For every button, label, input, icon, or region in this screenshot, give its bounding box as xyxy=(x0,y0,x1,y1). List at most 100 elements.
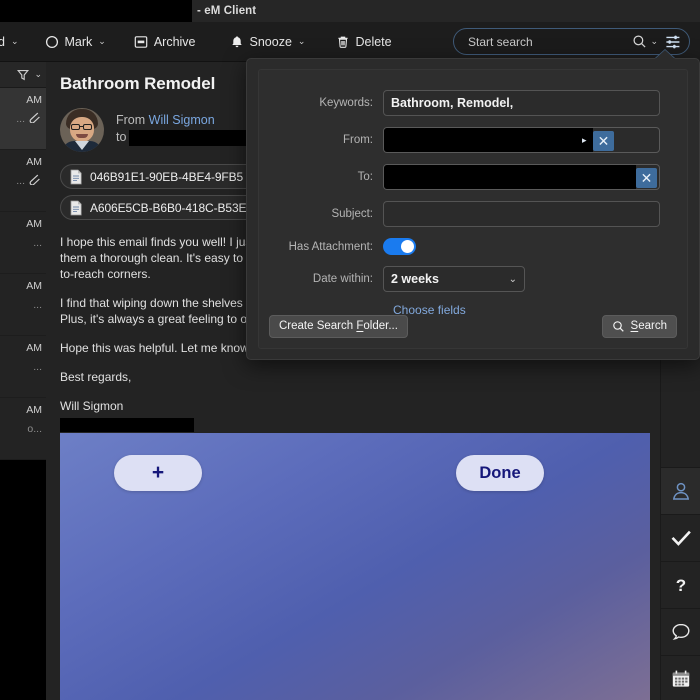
search-fields-group: Keywords: Bathroom, Remodel, From: ▸ ✕ T… xyxy=(259,90,687,317)
field-has-attachment-row: Has Attachment: xyxy=(259,238,687,255)
list-item-time: AM xyxy=(26,218,42,230)
chevron-right-icon: ▸ xyxy=(582,135,587,145)
sidebar-item-tasks[interactable] xyxy=(661,514,700,561)
list-item[interactable]: AM o... xyxy=(0,398,46,460)
search-options-sliders-icon[interactable] xyxy=(663,32,683,52)
to-input[interactable]: ✕ xyxy=(383,164,660,190)
chevron-down-icon: ⌄ xyxy=(508,273,517,285)
message-list-pane[interactable]: ⌄ AM ... AM ... AM ... AM ... AM ... AM … xyxy=(0,62,46,700)
field-date-within-row: Date within: 2 weeks ⌄ xyxy=(259,266,687,292)
subject-input[interactable] xyxy=(383,201,660,227)
list-item[interactable]: AM ... xyxy=(0,274,46,336)
dialog-body: Keywords: Bathroom, Remodel, From: ▸ ✕ T… xyxy=(258,69,688,349)
search-input[interactable]: Start search xyxy=(468,35,631,49)
list-item-snippet: ... xyxy=(33,361,42,373)
add-button[interactable]: + xyxy=(114,455,202,491)
advanced-search-dialog: Keywords: Bathroom, Remodel, From: ▸ ✕ T… xyxy=(246,50,700,360)
dialog-footer: Create Search Folder... Search xyxy=(259,314,687,338)
sidebar-item-calendar[interactable] xyxy=(661,655,700,700)
field-from-row: From: ▸ ✕ xyxy=(259,127,687,153)
window-titlebar: - eM Client xyxy=(0,0,700,22)
field-label-from: From: xyxy=(342,134,373,146)
done-button[interactable]: Done xyxy=(456,455,544,491)
toolbar-button-archive[interactable]: Archive xyxy=(128,29,202,55)
toolbar-label-snooze: Snooze xyxy=(249,34,292,49)
inline-screenshot-image: + Done xyxy=(60,433,650,700)
file-icon xyxy=(69,169,83,185)
funnel-filter-icon[interactable] xyxy=(16,68,30,82)
list-item-time: AM xyxy=(26,342,42,354)
list-item-time: AM xyxy=(26,404,42,416)
date-within-select[interactable]: 2 weeks ⌄ xyxy=(383,266,525,292)
sender-name-link[interactable]: Will Sigmon xyxy=(149,113,215,127)
search-icon xyxy=(612,320,625,333)
redacted-recipient xyxy=(129,129,260,146)
list-item[interactable]: AM ... xyxy=(0,88,46,150)
field-to-row: To: ✕ xyxy=(259,164,687,190)
em-client-window: - eM Client d ⌄ Mark ⌄ Archive Snooze ⌄ … xyxy=(0,0,700,700)
from-input[interactable]: ▸ ✕ xyxy=(383,127,660,153)
chevron-down-icon[interactable]: ⌄ xyxy=(11,36,19,47)
field-label-keywords: Keywords: xyxy=(319,97,373,109)
list-pane-empty-area xyxy=(0,460,46,700)
field-label-has-attachment: Has Attachment: xyxy=(288,240,373,253)
help-question-mark-icon: ? xyxy=(670,574,692,596)
redacted-to-value xyxy=(384,165,636,189)
message-list-filter-bar: ⌄ xyxy=(0,62,46,88)
file-icon xyxy=(69,200,83,216)
remove-chip-x-icon[interactable]: ✕ xyxy=(593,131,614,151)
search-icon[interactable] xyxy=(631,33,648,50)
field-label-subject: Subject: xyxy=(331,208,373,220)
list-item-snippet: ... xyxy=(33,299,42,311)
search-button[interactable]: Search xyxy=(601,314,677,338)
redacted-window-title xyxy=(0,0,192,22)
field-label-date-within: Date within: xyxy=(312,273,373,285)
toolbar-label-delete: Delete xyxy=(355,34,392,49)
attachment-filename: 046B91E1-90EB-4BE4-9FB5 xyxy=(90,169,244,184)
toolbar-button-delete[interactable]: Delete xyxy=(329,29,397,55)
list-item-time: AM xyxy=(26,94,42,106)
list-item[interactable]: AM ... xyxy=(0,336,46,398)
chevron-down-icon[interactable]: ⌄ xyxy=(34,69,42,80)
dialog-pointer-arrow xyxy=(655,50,675,59)
recipient-line: to xyxy=(116,129,260,146)
chevron-down-icon[interactable]: ⌄ xyxy=(98,36,106,47)
archive-box-icon xyxy=(134,34,149,49)
sidebar-item-contacts[interactable] xyxy=(661,467,700,514)
remove-chip-x-icon[interactable]: ✕ xyxy=(636,168,657,188)
list-item[interactable]: AM ... xyxy=(0,150,46,212)
field-subject-row: Subject: xyxy=(259,201,687,227)
sender-line: From Will Sigmon xyxy=(116,112,259,129)
chat-bubble-icon xyxy=(670,621,692,643)
date-within-value: 2 weeks xyxy=(391,272,439,286)
calendar-icon xyxy=(670,668,692,690)
trash-icon xyxy=(335,34,350,49)
list-item-snippet: o... xyxy=(27,423,42,435)
list-item-time: AM xyxy=(26,280,42,292)
list-item-snippet: ... xyxy=(33,237,42,249)
search-button-post: earch xyxy=(638,320,667,332)
redacted-signature xyxy=(60,418,194,432)
redacted-from-value xyxy=(384,128,593,152)
svg-text:?: ? xyxy=(675,576,685,595)
create-search-folder-button[interactable]: Create Search Folder... xyxy=(269,314,408,338)
chevron-down-icon[interactable]: ⌄ xyxy=(650,36,658,47)
avatar xyxy=(60,108,104,152)
bell-icon xyxy=(230,34,245,49)
toolbar-button-mark[interactable]: Mark ⌄ xyxy=(39,29,112,55)
from-prefix: From xyxy=(116,113,146,127)
sidebar-item-chat[interactable] xyxy=(661,608,700,655)
has-attachment-toggle[interactable] xyxy=(383,238,416,255)
contacts-person-icon xyxy=(670,480,692,502)
keywords-input[interactable]: Bathroom, Remodel, xyxy=(383,90,660,116)
field-label-to: To: xyxy=(357,171,373,183)
sidebar-item-help[interactable]: ? xyxy=(661,561,700,608)
email-paragraph: Best regards, xyxy=(60,370,132,384)
list-item[interactable]: AM ... xyxy=(0,212,46,274)
toolbar-label-archive: Archive xyxy=(153,34,196,49)
email-signature-name: Will Sigmon xyxy=(60,399,124,413)
create-folder-pre: Create Search xyxy=(279,320,357,332)
toolbar-button-read[interactable]: d ⌄ xyxy=(0,29,25,55)
chevron-down-icon[interactable]: ⌄ xyxy=(298,36,306,47)
toolbar-button-snooze[interactable]: Snooze ⌄ xyxy=(224,29,312,55)
